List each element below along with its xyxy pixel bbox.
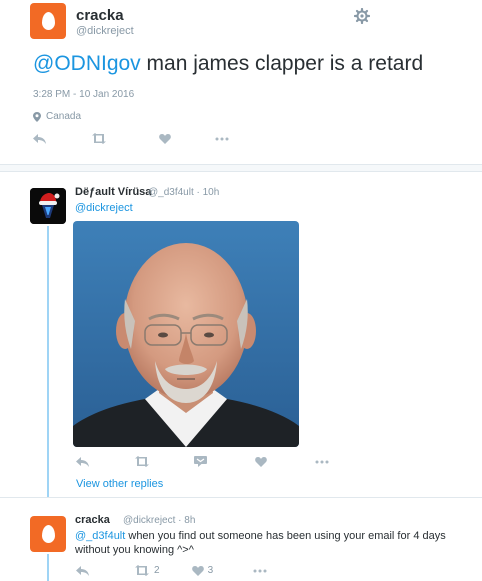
mention-link[interactable]: @_d3f4ult [75,530,125,542]
tweet-actions: 2 3 [76,565,267,576]
retweet-icon[interactable] [91,133,107,144]
retweet-icon[interactable] [134,456,150,467]
avatar[interactable] [30,188,66,224]
tweet-text: @ODNIgov man james clapper is a retard [33,52,423,76]
location-label: Canada [46,111,82,122]
retweet-icon[interactable]: 2 [134,565,160,576]
main-tweet: cracka @dickreject @ODNIgov man james cl… [0,0,482,164]
like-count: 3 [207,565,214,576]
thread-line [47,554,49,581]
user-name[interactable]: Dëƒault Vírüsa [75,186,151,198]
like-icon[interactable]: 3 [191,565,214,576]
avatar[interactable] [30,3,66,39]
attached-photo[interactable] [73,221,299,447]
reply-icon[interactable] [33,133,47,144]
user-handle[interactable]: @dickreject [76,25,134,37]
mention-link[interactable]: @dickreject [75,202,133,214]
user-handle[interactable]: @_d3f4ult · 10h [148,187,219,198]
more-icon[interactable] [315,460,329,464]
mention-link[interactable]: @ODNIgov [33,52,141,75]
tweet-body: man james clapper is a retard [140,52,424,75]
tweet-body: when you find out someone has been using… [75,530,446,556]
tweet-text: @_d3f4ult when you find out someone has … [75,529,455,557]
more-icon[interactable] [215,137,229,141]
section-divider [0,164,482,172]
user-name[interactable]: cracka [75,514,110,526]
reply-icon[interactable] [76,456,89,467]
timestamp[interactable]: 3:28 PM - 10 Jan 2016 [33,89,134,100]
thread-line [47,226,49,497]
reply-divider [0,497,482,498]
location[interactable]: Canada [33,111,81,122]
reply-icon[interactable] [76,565,89,576]
location-pin-icon [33,111,41,122]
avatar[interactable] [30,516,66,552]
user-name[interactable]: cracka [76,7,124,24]
view-other-replies-link[interactable]: View other replies [76,478,163,490]
tweet-actions [33,133,229,144]
tweet-actions [76,456,329,467]
like-icon[interactable] [255,456,267,467]
retweet-count: 2 [154,565,160,576]
like-icon[interactable] [159,133,171,144]
dm-icon[interactable] [194,456,207,467]
more-icon[interactable] [253,569,267,573]
user-handle[interactable]: @dickreject · 8h [123,515,195,526]
gear-icon[interactable] [353,7,371,25]
